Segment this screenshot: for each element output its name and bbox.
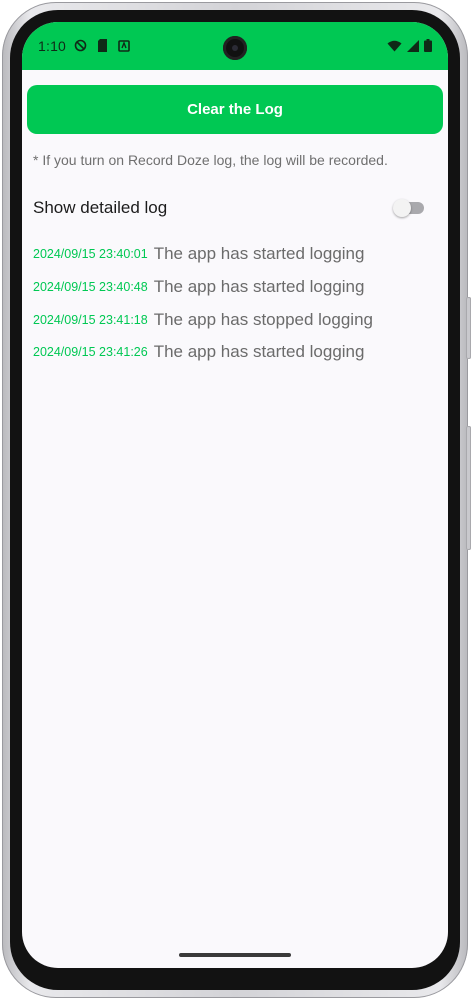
clear-log-button[interactable]: Clear the Log bbox=[27, 85, 443, 134]
log-entry-time: 2024/09/15 23:41:18 bbox=[33, 312, 148, 327]
app-notification-icon bbox=[118, 39, 130, 57]
record-doze-note: * If you turn on Record Doze log, the lo… bbox=[33, 152, 388, 168]
power-button bbox=[466, 297, 471, 359]
show-detailed-log-switch[interactable] bbox=[393, 199, 427, 217]
do-not-disturb-icon bbox=[74, 39, 87, 57]
status-time: 1:10 bbox=[38, 38, 67, 54]
status-bar: 1:10 bbox=[22, 22, 448, 70]
log-entry-time: 2024/09/15 23:40:01 bbox=[33, 247, 148, 262]
screen: 1:10 Clear the Log * If you turn on Reco… bbox=[22, 22, 448, 968]
log-entry-message: The app has stopped logging bbox=[153, 309, 373, 329]
show-detailed-log-label: Show detailed log bbox=[33, 198, 168, 217]
log-entry-message: The app has started logging bbox=[153, 277, 365, 297]
log-entry-time: 2024/09/15 23:41:26 bbox=[33, 345, 148, 360]
status-icons-left bbox=[74, 39, 130, 57]
log-entry-message: The app has started logging bbox=[153, 342, 365, 362]
switch-thumb bbox=[393, 199, 411, 217]
cellular-signal-icon bbox=[407, 39, 419, 57]
status-icons-right bbox=[387, 39, 432, 57]
log-entry-message: The app has started logging bbox=[153, 244, 365, 264]
volume-button bbox=[466, 426, 471, 550]
wifi-icon bbox=[387, 39, 402, 57]
log-entry: 2024/09/15 23:40:48 The app has started … bbox=[33, 271, 433, 304]
log-entry-time: 2024/09/15 23:40:48 bbox=[33, 280, 148, 295]
log-entry: 2024/09/15 23:41:18 The app has stopped … bbox=[33, 303, 433, 336]
log-entry: 2024/09/15 23:41:26 The app has started … bbox=[33, 336, 433, 369]
show-detailed-log-row[interactable]: Show detailed log bbox=[33, 194, 427, 222]
log-list: 2024/09/15 23:40:01 The app has started … bbox=[33, 238, 433, 369]
front-camera bbox=[223, 36, 247, 60]
log-entry: 2024/09/15 23:40:01 The app has started … bbox=[33, 238, 433, 271]
gesture-nav-handle[interactable] bbox=[179, 953, 291, 957]
sd-card-icon bbox=[97, 39, 108, 57]
battery-icon bbox=[424, 39, 432, 57]
